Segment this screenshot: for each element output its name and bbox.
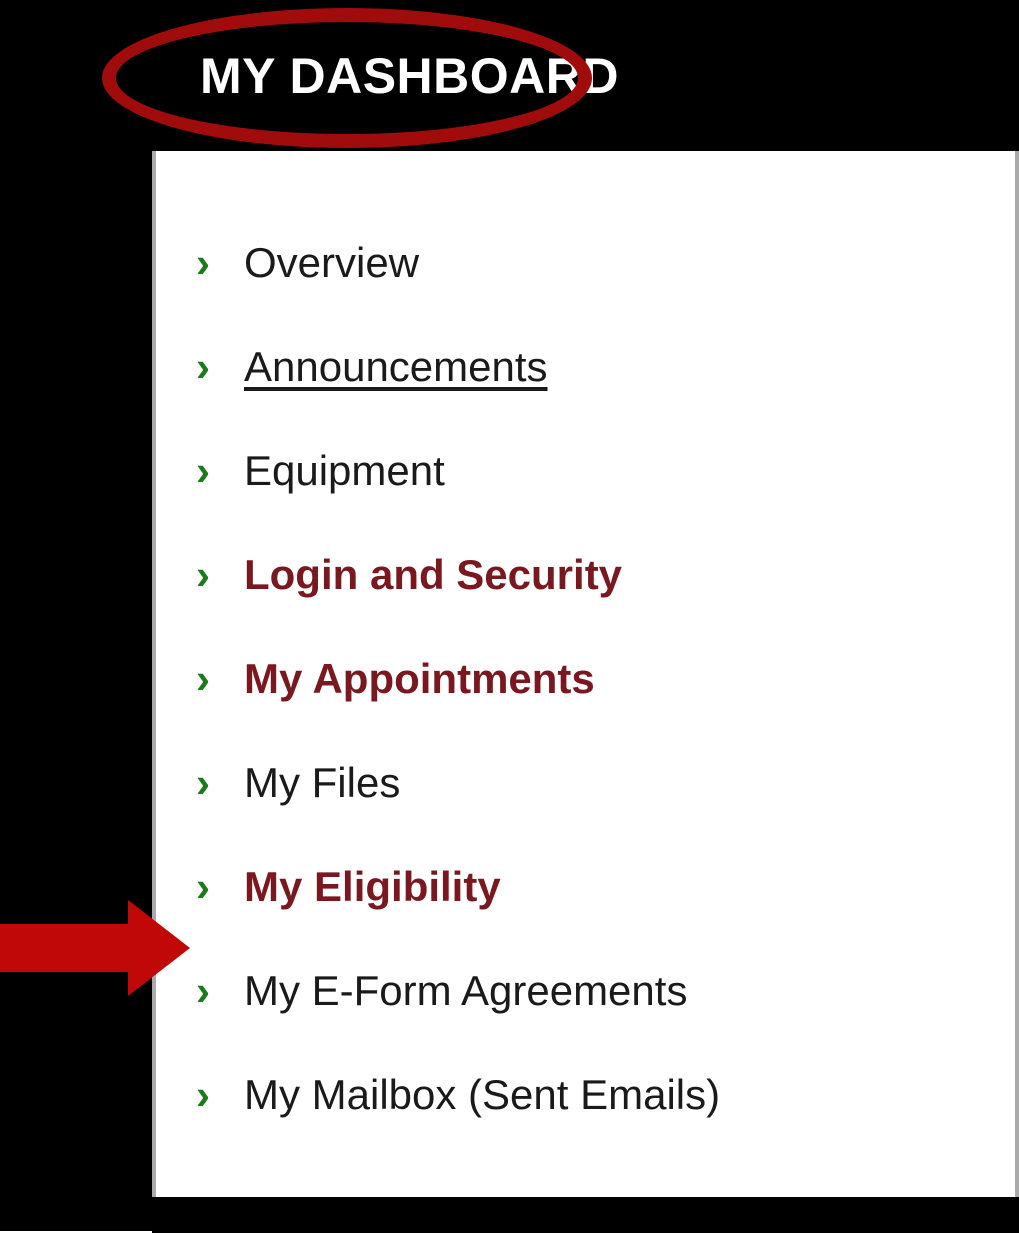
nav-item-my-files[interactable]: › My Files	[196, 731, 985, 835]
nav-label: My Appointments	[244, 655, 595, 703]
chevron-right-icon: ›	[196, 967, 244, 1015]
bottom-black-strip	[152, 1197, 1019, 1233]
dashboard-header: MY DASHBOARD	[152, 0, 1019, 151]
nav-label: Overview	[244, 239, 419, 287]
dashboard-title: MY DASHBOARD	[200, 47, 619, 105]
chevron-right-icon: ›	[196, 759, 244, 807]
dashboard-nav: › Overview › Announcements › Equipment ›…	[152, 151, 1019, 1197]
nav-label: My Mailbox (Sent Emails)	[244, 1071, 720, 1119]
nav-item-equipment[interactable]: › Equipment	[196, 419, 985, 523]
nav-item-announcements[interactable]: › Announcements	[196, 315, 985, 419]
nav-item-my-eligibility[interactable]: › My Eligibility	[196, 835, 985, 939]
chevron-right-icon: ›	[196, 863, 244, 911]
nav-label: Announcements	[244, 343, 548, 391]
dashboard-panel: MY DASHBOARD › Overview › Announcements …	[152, 0, 1019, 1231]
chevron-right-icon: ›	[196, 1071, 244, 1119]
nav-item-overview[interactable]: › Overview	[196, 211, 985, 315]
chevron-right-icon: ›	[196, 551, 244, 599]
chevron-right-icon: ›	[196, 343, 244, 391]
nav-label: My Eligibility	[244, 863, 501, 911]
nav-item-login-security[interactable]: › Login and Security	[196, 523, 985, 627]
left-black-strip	[0, 0, 152, 1231]
chevron-right-icon: ›	[196, 239, 244, 287]
nav-label: Equipment	[244, 447, 445, 495]
nav-item-my-mailbox[interactable]: › My Mailbox (Sent Emails)	[196, 1043, 985, 1147]
nav-label: My Files	[244, 759, 400, 807]
nav-item-my-eform-agreements[interactable]: › My E-Form Agreements	[196, 939, 985, 1043]
nav-label: Login and Security	[244, 551, 622, 599]
chevron-right-icon: ›	[196, 655, 244, 703]
nav-label: My E-Form Agreements	[244, 967, 687, 1015]
nav-item-my-appointments[interactable]: › My Appointments	[196, 627, 985, 731]
chevron-right-icon: ›	[196, 447, 244, 495]
